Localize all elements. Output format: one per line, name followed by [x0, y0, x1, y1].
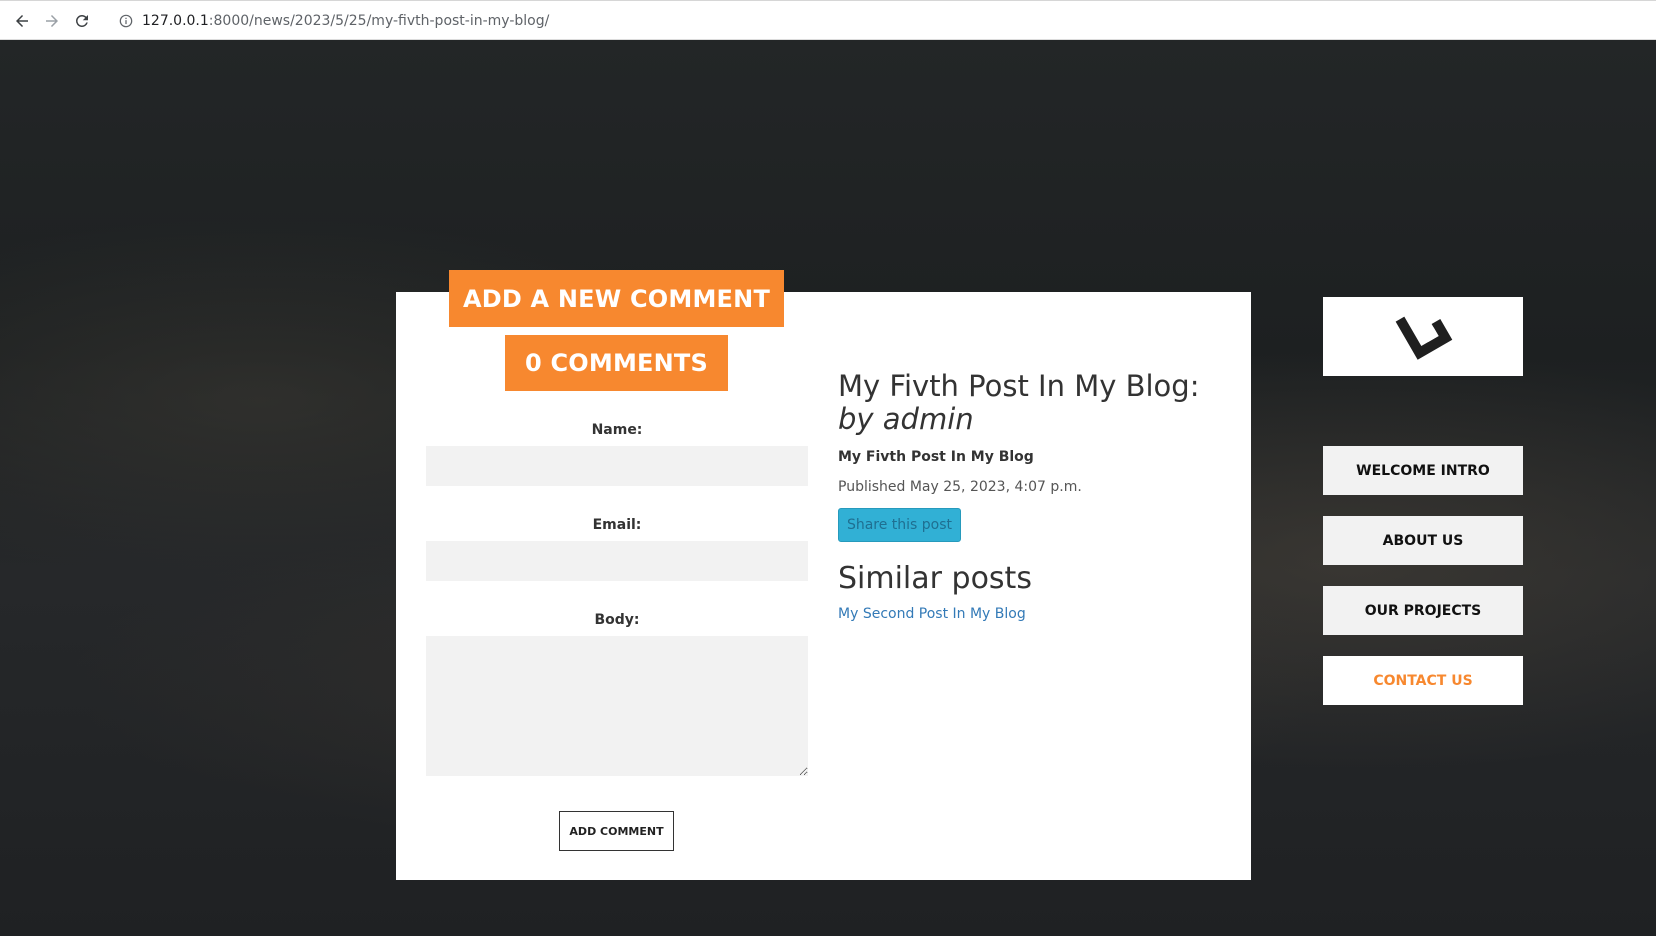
name-label: Name: — [591, 422, 643, 438]
post-subtitle: My Fivth Post In My Blog — [838, 449, 1034, 465]
add-comment-button[interactable]: ADD COMMENT — [559, 811, 674, 851]
nav-contact-us[interactable]: CONTACT US — [1323, 656, 1523, 705]
email-field[interactable] — [426, 541, 808, 581]
browser-toolbar: 127.0.0.1:8000/news/2023/5/25/my-fivth-p… — [0, 0, 1656, 40]
comment-count-badge: 0 COMMENTS — [505, 335, 728, 391]
email-label: Email: — [592, 517, 642, 533]
nav-welcome-intro[interactable]: WELCOME INTRO — [1323, 446, 1523, 495]
similar-posts-heading: Similar posts — [838, 561, 1032, 596]
reload-icon[interactable] — [70, 9, 94, 33]
share-post-button[interactable]: Share this post — [838, 508, 961, 542]
add-comment-heading: ADD A NEW COMMENT — [449, 270, 784, 327]
address-bar[interactable]: 127.0.0.1:8000/news/2023/5/25/my-fivth-p… — [110, 7, 1630, 35]
body-textarea[interactable] — [426, 636, 808, 776]
post-published-date: Published May 25, 2023, 4:07 p.m. — [838, 479, 1082, 495]
similar-post-link[interactable]: My Second Post In My Blog — [838, 606, 1026, 622]
url-host: 127.0.0.1 — [142, 13, 209, 29]
nav-about-us[interactable]: ABOUT US — [1323, 516, 1523, 565]
url-path: :8000/news/2023/5/25/my-fivth-post-in-my… — [208, 13, 550, 29]
name-field[interactable] — [426, 446, 808, 486]
site-info-icon[interactable] — [118, 13, 134, 29]
nav-our-projects[interactable]: OUR PROJECTS — [1323, 586, 1523, 635]
post-title: My Fivth Post In My Blog: by admin — [838, 370, 1238, 436]
back-arrow-icon[interactable] — [10, 9, 34, 33]
logo-box[interactable] — [1323, 297, 1523, 376]
forward-arrow-icon[interactable] — [40, 9, 64, 33]
brand-logo-icon — [1395, 316, 1453, 360]
post-title-text: My Fivth Post In My Blog: — [838, 369, 1200, 403]
body-label: Body: — [594, 612, 640, 628]
post-byline: by admin — [838, 402, 974, 436]
url-text: 127.0.0.1:8000/news/2023/5/25/my-fivth-p… — [142, 13, 549, 29]
